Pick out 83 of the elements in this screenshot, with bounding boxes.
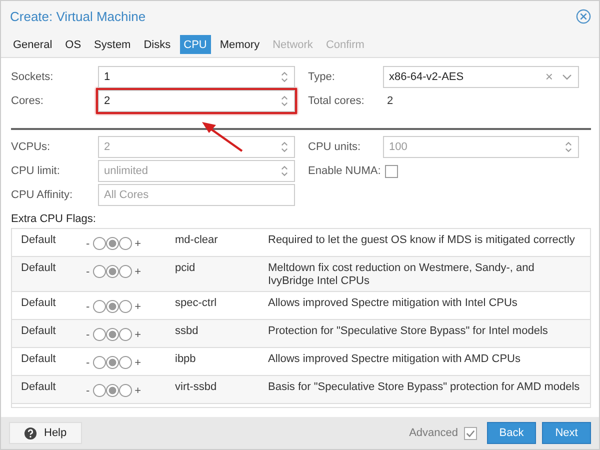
- total-cores-value: 2: [386, 95, 394, 107]
- section-title: Extra CPU Flags:: [11, 213, 97, 225]
- radio-button[interactable]: [106, 237, 119, 250]
- table-cell-text: Allows improved Spectre mitigation with AMD CPUs: [268, 353, 522, 366]
- chevron-down-icon[interactable]: [562, 74, 572, 80]
- input-field[interactable]: All Cores: [98, 184, 295, 206]
- tab[interactable]: General: [9, 35, 56, 54]
- checkbox[interactable]: [385, 164, 398, 178]
- minus-label: -: [86, 266, 90, 278]
- radio-button[interactable]: [118, 328, 132, 341]
- field-label: CPU units:: [308, 141, 362, 153]
- table-cell-text: Required to let the guest OS know if MDS is mitigated correctly: [268, 234, 576, 247]
- radio-button[interactable]: [92, 300, 106, 313]
- input-field[interactable]: unlimited: [98, 160, 295, 182]
- input-field[interactable]: 2: [98, 90, 295, 112]
- tab[interactable]: OS: [61, 35, 86, 54]
- advanced-checkbox[interactable]: [464, 426, 477, 440]
- radio-button[interactable]: [118, 356, 132, 369]
- table-cell-text: ssbd: [175, 325, 200, 337]
- field-label: CPU limit:: [11, 165, 61, 177]
- table-cell-text: Default: [20, 353, 57, 365]
- plus-label: +: [134, 238, 142, 250]
- minus-label: -: [86, 328, 90, 340]
- table-cell-text: virt-ssbd: [175, 381, 218, 393]
- field-label: VCPUs:: [11, 141, 52, 153]
- minus-label: -: [86, 238, 90, 250]
- input-field[interactable]: 100: [383, 136, 579, 158]
- input-field[interactable]: 1: [98, 66, 295, 88]
- plus-label: +: [134, 300, 142, 312]
- minus-label: -: [86, 384, 90, 396]
- radio-button[interactable]: [118, 237, 132, 250]
- field-label: Type:: [308, 71, 336, 83]
- annotation-arrow: [200, 119, 244, 153]
- table-cell-text: Default: [20, 262, 57, 274]
- radio-button[interactable]: [92, 237, 106, 250]
- spinner-icon[interactable]: [280, 94, 289, 108]
- field-label: Sockets:: [11, 71, 54, 83]
- spinner-icon[interactable]: [280, 140, 289, 154]
- radio-button[interactable]: [92, 384, 106, 397]
- table-cell-text: Allows improved Spectre mitigation with Intel CPUs: [268, 297, 518, 310]
- table-cell-text: pcid: [175, 262, 196, 274]
- field-label: CPU Affinity:: [11, 189, 74, 201]
- radio-button[interactable]: [118, 384, 132, 397]
- table-cell-text: Default: [20, 297, 57, 309]
- table-cell-text: Basis for "Speculative Store Bypass" protection for AMD models: [268, 381, 581, 394]
- table-cell-text: Protection for "Speculative Store Bypass" for Intel models: [268, 325, 549, 338]
- plus-label: +: [134, 266, 142, 278]
- field-label: Enable NUMA:: [308, 165, 382, 177]
- plus-label: +: [134, 356, 142, 368]
- table-cell-text: Default: [20, 325, 57, 337]
- window-title: Create: Virtual Machine: [10, 8, 147, 24]
- radio-button[interactable]: [92, 265, 106, 278]
- advanced-label: Advanced: [409, 427, 458, 439]
- radio-button[interactable]: [106, 328, 119, 341]
- minus-label: -: [86, 300, 90, 312]
- tab[interactable]: Disks: [140, 35, 175, 54]
- table-cell-text: Default: [20, 381, 57, 393]
- plus-label: +: [134, 384, 142, 396]
- table-cell-text: Meltdown fix cost reduction on Westmere, Sandy-, and IvyBridge Intel CPUs: [268, 262, 536, 288]
- field-label: Total cores:: [308, 95, 366, 107]
- radio-button[interactable]: [106, 300, 119, 313]
- table-cell-text: Default: [20, 234, 57, 246]
- radio-button[interactable]: [92, 328, 106, 341]
- plus-label: +: [134, 328, 142, 340]
- radio-button[interactable]: [106, 356, 119, 369]
- radio-button[interactable]: [118, 265, 132, 278]
- field-label: Cores:: [11, 95, 44, 107]
- table-cell-text: ibpb: [175, 353, 197, 365]
- close-icon[interactable]: [576, 8, 591, 24]
- tab[interactable]: Memory: [216, 35, 264, 54]
- minus-label: -: [86, 356, 90, 368]
- table-cell-text: spec-ctrl: [175, 297, 218, 309]
- help-button[interactable]: Help: [9, 422, 82, 444]
- spinner-icon[interactable]: [564, 140, 573, 154]
- spinner-icon[interactable]: [280, 164, 289, 178]
- radio-button[interactable]: [92, 356, 106, 369]
- radio-button[interactable]: [106, 265, 119, 278]
- radio-button[interactable]: [106, 384, 119, 397]
- help-icon: [24, 426, 37, 440]
- spinner-icon[interactable]: [280, 70, 289, 84]
- table-cell-text: md-clear: [175, 234, 219, 246]
- radio-button[interactable]: [118, 300, 132, 313]
- tab[interactable]: System: [90, 35, 135, 54]
